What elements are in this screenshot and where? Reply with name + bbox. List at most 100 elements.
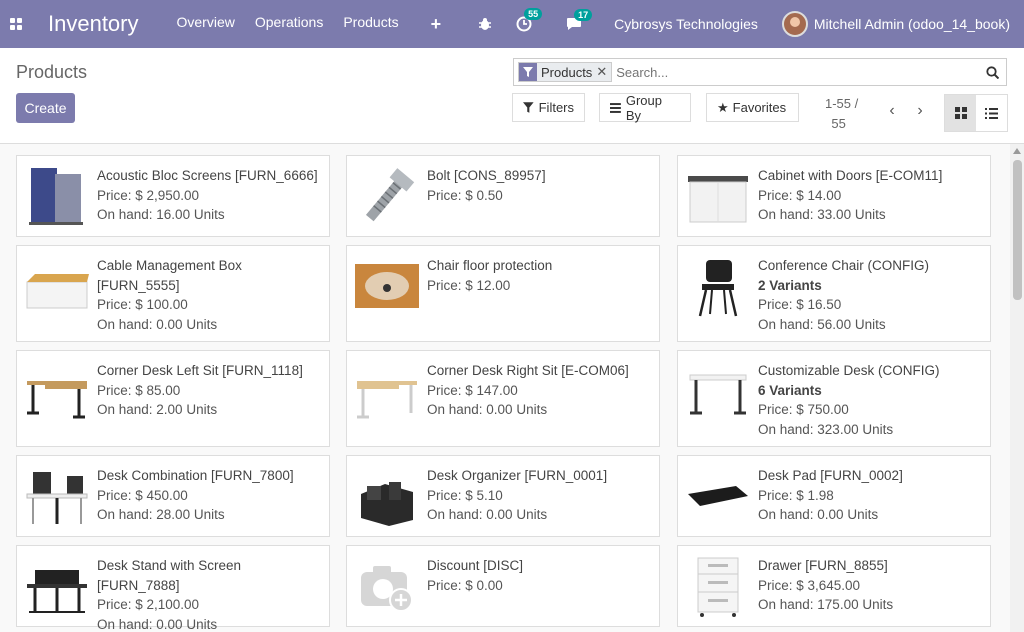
product-card[interactable]: Discount [DISC] Price: $ 0.00: [346, 545, 660, 627]
favorites-label: Favorites: [732, 100, 787, 115]
app-title[interactable]: Inventory: [48, 11, 139, 37]
product-card[interactable]: Desk Organizer [FURN_0001] Price: $ 5.10 O…: [346, 455, 660, 537]
chevron-right-icon[interactable]: ›: [906, 102, 934, 120]
product-price: Price: $ 1.98: [758, 487, 834, 503]
chevron-left-icon[interactable]: ‹: [878, 102, 906, 120]
product-card[interactable]: Desk Stand with Screen [FURN_7888] Price:…: [16, 545, 330, 632]
product-card[interactable]: Desk Pad [FURN_0002] Price: $ 1.98 On hand…: [677, 455, 991, 537]
product-name: Drawer [FURN_8855]: [758, 558, 888, 573]
kanban-view-button[interactable]: [945, 95, 976, 131]
scroll-up-icon[interactable]: [1013, 148, 1021, 154]
product-name: Conference Chair (CONFIG): [758, 258, 930, 273]
floor-mat-image: [355, 254, 419, 318]
product-price: Price: $ 14.00: [758, 187, 842, 203]
product-card[interactable]: Corner Desk Left Sit [FURN_1118] Price: $…: [16, 350, 330, 447]
product-info: Acoustic Bloc Screens [FURN_6666] Price: …: [97, 166, 323, 225]
apps-menu-icon[interactable]: [0, 0, 32, 48]
top-navbar: Inventory Overview Operations Products +…: [0, 0, 1024, 48]
chair-image: [686, 254, 750, 318]
product-info: Corner Desk Right Sit [E-COM06] Price: $ …: [427, 361, 653, 420]
pager-value[interactable]: 1-55 / 55: [825, 94, 858, 134]
scrollbar[interactable]: [1010, 144, 1024, 632]
product-info: Corner Desk Left Sit [FURN_1118] Price: $…: [97, 361, 323, 420]
pager-arrows: ‹ ›: [878, 102, 934, 120]
product-on-hand: On hand: 16.00 Units: [97, 207, 225, 222]
product-price: Price: $ 750.00: [758, 402, 849, 417]
product-name: Cable Management Box [FURN_5555]: [97, 258, 242, 293]
menu-products[interactable]: Products: [343, 14, 398, 35]
grid-icon: [954, 107, 967, 119]
product-name: Bolt [CONS_89957]: [427, 168, 546, 183]
list-view-button[interactable]: [976, 95, 1007, 131]
product-info: Bolt [CONS_89957] Price: $ 0.50: [427, 166, 653, 205]
messages-icon[interactable]: 17: [566, 9, 593, 31]
activity-badge: 55: [524, 8, 543, 20]
product-card[interactable]: Cable Management Box [FURN_5555] Price: $…: [16, 245, 330, 342]
desk-combo-image: [25, 464, 89, 528]
product-card[interactable]: Customizable Desk (CONFIG) 6 Variants Pric…: [677, 350, 991, 447]
product-on-hand: On hand: 0.00 Units: [427, 402, 548, 417]
favorites-button[interactable]: ★ Favorites: [706, 93, 799, 122]
product-variants: 6 Variants: [758, 382, 822, 398]
create-button[interactable]: Create: [16, 93, 75, 123]
group-by-label: Group By: [625, 92, 662, 123]
product-info: Discount [DISC] Price: $ 0.00: [427, 556, 653, 595]
scroll-thumb[interactable]: [1013, 160, 1022, 300]
product-name: Corner Desk Right Sit [E-COM06]: [427, 363, 629, 378]
product-on-hand: On hand: 2.00 Units: [97, 402, 218, 417]
filters-button[interactable]: Filters: [512, 93, 585, 122]
messages-badge: 17: [574, 9, 593, 21]
product-card[interactable]: Desk Combination [FURN_7800] Price: $ 450…: [16, 455, 330, 537]
product-on-hand: On hand: 33.00 Units: [758, 207, 886, 222]
facet-label: Products: [541, 64, 593, 80]
bars-icon: [610, 102, 621, 113]
product-name: Customizable Desk (CONFIG): [758, 363, 940, 378]
bolt-image: [355, 164, 419, 228]
bug-icon[interactable]: [478, 17, 492, 31]
product-card[interactable]: Cabinet with Doors [E-COM11] Price: $ 14.…: [677, 155, 991, 237]
desk-stand-image: [25, 554, 89, 618]
acoustic-screen-image: [25, 164, 89, 228]
star-icon: ★: [717, 99, 729, 115]
product-card[interactable]: Corner Desk Right Sit [E-COM06] Price: $ …: [346, 350, 660, 447]
product-card[interactable]: Chair floor protection Price: $ 12.00: [346, 245, 660, 342]
product-price: Price: $ 16.50: [758, 297, 842, 312]
product-info: Customizable Desk (CONFIG) 6 Variants Pric…: [758, 361, 984, 439]
control-panel: Products Create Products ✕ Filters Group…: [0, 48, 1024, 144]
product-price: Price: $ 0.00: [427, 577, 503, 593]
product-info: Desk Stand with Screen [FURN_7888] Price:…: [97, 556, 323, 632]
company-switcher[interactable]: Cybrosys Technologies: [614, 16, 758, 32]
product-on-hand: On hand: 0.00 Units: [97, 616, 218, 632]
plus-icon[interactable]: +: [431, 14, 442, 35]
search-icon[interactable]: [978, 65, 1006, 79]
product-info: Cabinet with Doors [E-COM11] Price: $ 14.…: [758, 166, 984, 225]
product-price: Price: $ 100.00: [97, 297, 188, 312]
user-menu[interactable]: Mitchell Admin (odoo_14_book): [781, 11, 1010, 37]
product-card[interactable]: Drawer [FURN_8855] Price: $ 3,645.00 On ha…: [677, 545, 991, 627]
search-bar: Products ✕: [513, 58, 1007, 86]
search-input[interactable]: [616, 64, 978, 80]
menu-operations[interactable]: Operations: [255, 14, 323, 35]
facet-remove-icon[interactable]: ✕: [596, 64, 607, 80]
product-on-hand: On hand: 0.00 Units: [427, 507, 548, 522]
product-price: Price: $ 0.50: [427, 187, 503, 203]
drawer-image: [686, 554, 750, 618]
product-name: Acoustic Bloc Screens [FURN_6666]: [97, 168, 318, 183]
product-card[interactable]: Conference Chair (CONFIG) 2 Variants Price…: [677, 245, 991, 342]
group-by-button[interactable]: Group By: [599, 92, 691, 123]
product-info: Desk Combination [FURN_7800] Price: $ 450…: [97, 466, 323, 525]
desk-pad-image: [686, 464, 750, 528]
product-card[interactable]: Bolt [CONS_89957] Price: $ 0.50: [346, 155, 660, 237]
desk-right-image: [355, 359, 419, 423]
product-price: Price: $ 450.00: [97, 487, 188, 503]
main-menu: Overview Operations Products +: [177, 14, 442, 35]
product-name: Desk Pad [FURN_0002]: [758, 468, 903, 483]
product-price: Price: $ 12.00: [427, 277, 511, 293]
menu-overview[interactable]: Overview: [177, 14, 235, 35]
activity-clock-icon[interactable]: 55: [516, 8, 543, 32]
product-card[interactable]: Acoustic Bloc Screens [FURN_6666] Price: …: [16, 155, 330, 237]
pager-range: 1-55 /: [825, 96, 859, 111]
product-price: Price: $ 2,950.00: [97, 187, 200, 203]
avatar: [781, 11, 808, 37]
product-on-hand: On hand: 175.00 Units: [758, 597, 894, 612]
